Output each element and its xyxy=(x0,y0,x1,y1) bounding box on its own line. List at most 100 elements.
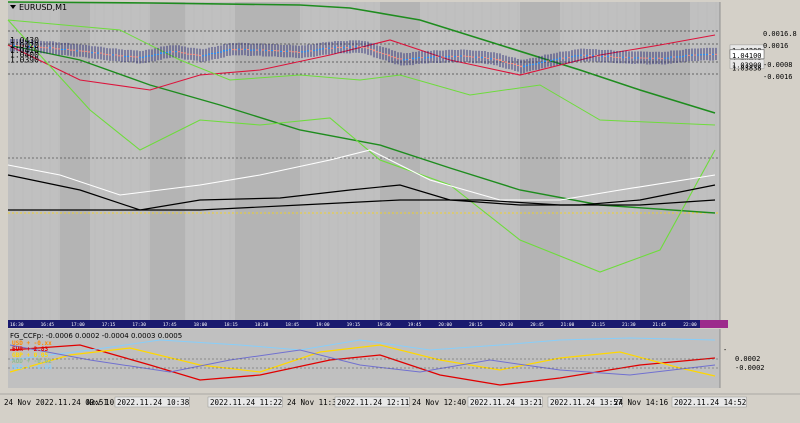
time-strip-label: 16:45 xyxy=(41,322,55,328)
candle-body xyxy=(499,59,501,61)
indicator-legend: USD + -0.xxEUR + 2.83GBP + 0.05AUD + -0.… xyxy=(12,340,52,371)
candle-body xyxy=(514,63,516,65)
candle-body xyxy=(265,50,267,52)
candle-body xyxy=(331,47,333,49)
candle-body xyxy=(211,53,213,55)
candle-body xyxy=(355,46,357,48)
candle-body xyxy=(448,55,450,57)
indicator-scale: 0.0002-0.0002 - xyxy=(719,329,800,388)
candle-body xyxy=(664,57,666,59)
candle-body xyxy=(271,50,273,52)
candle-body xyxy=(550,59,552,61)
candle-body xyxy=(235,49,237,51)
time-strip-label: 21:45 xyxy=(653,322,667,328)
candle-body xyxy=(541,61,543,63)
candle-body xyxy=(556,58,558,60)
candle-body xyxy=(382,53,384,55)
price-chart[interactable]: EURUSD,M1 1.04301.04201.04101.04001.0390… xyxy=(0,0,800,419)
candle-body xyxy=(76,50,78,52)
main-plot-area[interactable] xyxy=(8,2,720,320)
candle-body xyxy=(418,57,420,59)
candle-body xyxy=(166,51,168,53)
candle-body xyxy=(97,52,99,54)
candle-body xyxy=(172,51,174,53)
indicator-scale-label: -0.0002 xyxy=(735,364,765,372)
candle-body xyxy=(343,47,345,49)
candle-body xyxy=(130,55,132,57)
indicator-minus-label: - xyxy=(723,346,727,354)
candle-body xyxy=(658,57,660,59)
right-top-label: -0.0008 xyxy=(763,61,793,69)
price-label: 1.0390 xyxy=(10,56,39,65)
candle-body xyxy=(241,48,243,50)
candle-body xyxy=(373,49,375,52)
candle-body xyxy=(661,58,663,60)
candle-body xyxy=(334,46,336,48)
candle-body xyxy=(409,59,411,61)
candle-body xyxy=(367,47,369,49)
candle-body xyxy=(397,58,399,60)
candle-body xyxy=(574,55,576,57)
time-strip-label: 18:30 xyxy=(255,322,269,328)
candle-body xyxy=(64,48,66,50)
candle-body xyxy=(73,49,75,51)
candle-body xyxy=(625,56,627,58)
candle-body xyxy=(244,49,246,51)
candle-body xyxy=(169,51,171,53)
candle-body xyxy=(562,57,564,59)
candle-body xyxy=(238,48,240,50)
candle-body xyxy=(154,54,156,56)
candle-body xyxy=(580,54,582,56)
time-strip-marker xyxy=(700,320,728,328)
candle-body xyxy=(454,55,456,57)
candle-body xyxy=(688,54,690,56)
candle-body xyxy=(391,56,393,58)
candle-body xyxy=(88,51,90,53)
candle-body xyxy=(697,54,699,56)
time-strip-label: 17:30 xyxy=(132,322,146,328)
candle-body xyxy=(103,53,105,55)
candle-body xyxy=(220,51,222,53)
candle-body xyxy=(79,50,81,52)
candle-body xyxy=(118,55,120,57)
time-axis-label: 24 Nov 11:3 xyxy=(287,398,337,407)
indicator-scale-label: 0.0002 xyxy=(735,355,760,363)
candle-body xyxy=(67,48,69,50)
candle-body xyxy=(403,59,405,61)
candle-body xyxy=(304,51,306,53)
candle-body xyxy=(280,50,282,52)
legend-entry: NZD + -0.08 xyxy=(12,364,52,371)
candle-body xyxy=(109,54,111,56)
candle-body xyxy=(376,51,378,53)
candle-body xyxy=(622,56,624,58)
candle-body xyxy=(715,53,717,55)
candle-body xyxy=(652,57,654,59)
candle-body xyxy=(547,60,549,62)
candle-body xyxy=(655,57,657,59)
right-top-label: 0.0016.8 xyxy=(763,30,797,38)
time-strip-label: 22:00 xyxy=(683,322,697,328)
time-strip-label: 19:30 xyxy=(377,322,391,328)
candle-body xyxy=(289,50,291,52)
candle-body xyxy=(592,55,594,57)
candle-body xyxy=(268,50,270,52)
candle-body xyxy=(322,48,324,50)
candle-body xyxy=(535,63,537,65)
candle-body xyxy=(490,58,492,60)
candle-body xyxy=(553,59,555,61)
candle-body xyxy=(436,56,438,58)
symbol-header: EURUSD,M1 xyxy=(10,3,67,12)
candle-body xyxy=(631,57,633,59)
candle-body xyxy=(628,57,630,59)
candle-body xyxy=(532,63,534,65)
candle-body xyxy=(703,54,705,56)
candle-body xyxy=(91,52,93,54)
time-strip-labels: 16:30 16:45 17:00 17:15 17:30 17:45 18:00 18:15… xyxy=(10,322,697,328)
candle-body xyxy=(223,49,225,52)
candle-body xyxy=(679,56,681,58)
candle-body xyxy=(538,62,540,64)
candle-body xyxy=(124,56,126,58)
candle-body xyxy=(316,49,318,51)
candle-body xyxy=(46,47,48,49)
time-strip-label: 17:45 xyxy=(163,322,177,328)
